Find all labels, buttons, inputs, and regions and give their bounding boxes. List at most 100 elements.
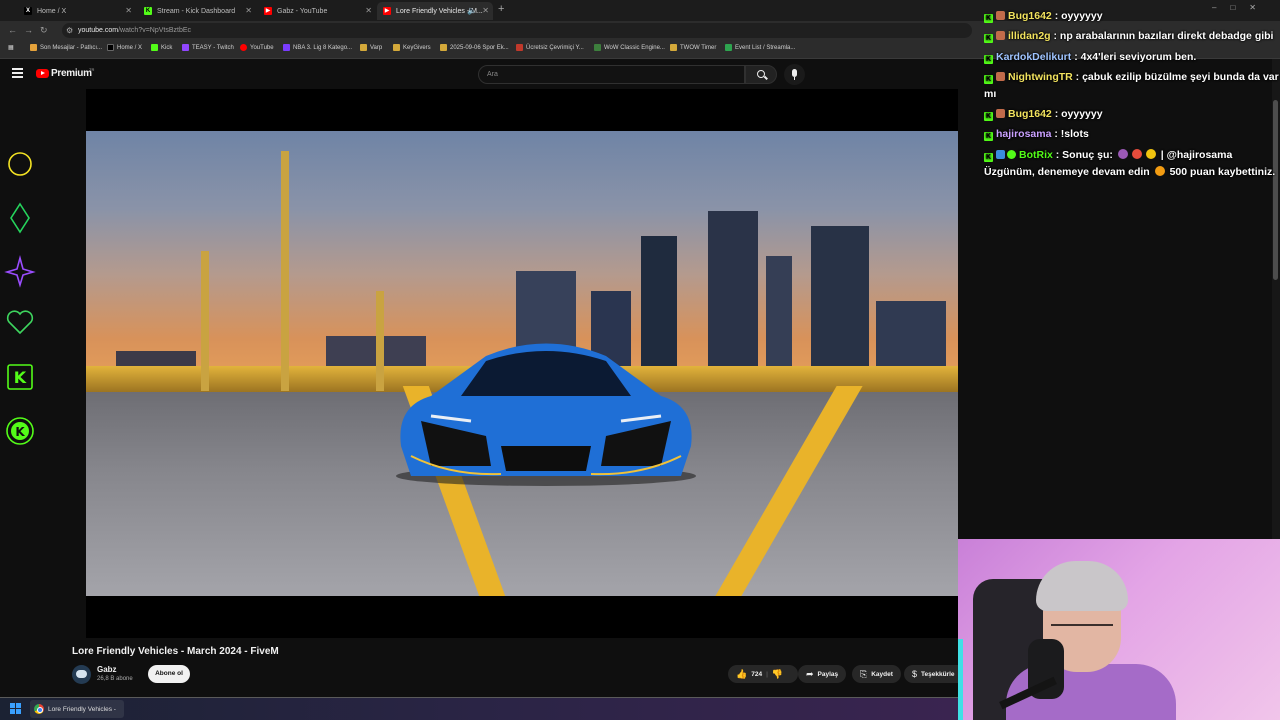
bookmark-icon: [30, 44, 37, 51]
back-icon[interactable]: ←: [8, 25, 17, 35]
chat-text: 500 puan kaybettiniz.: [1169, 166, 1276, 178]
site-info-icon[interactable]: ⚙: [66, 23, 73, 38]
chat-username: illidan2g: [1008, 30, 1051, 42]
apps-icon[interactable]: ▦: [8, 44, 14, 51]
bookmark-icon: ⎘: [860, 668, 868, 679]
chat-text: Üzgünüm, denemeye devam edin: [984, 166, 1150, 178]
sparkle-icon: [4, 254, 36, 288]
street-lamp: [281, 151, 289, 391]
bookmark-item[interactable]: YouTube: [240, 44, 274, 51]
folder-icon: [393, 44, 400, 51]
youtube-logo-icon[interactable]: [36, 69, 49, 78]
close-icon[interactable]: ✕: [365, 6, 372, 15]
bookmark-item[interactable]: Event List / Streamla...: [725, 44, 795, 51]
video-player[interactable]: [86, 89, 958, 638]
bookmark-label: Event List / Streamla...: [735, 44, 796, 51]
save-button[interactable]: ⎘ Kaydet: [852, 665, 901, 683]
chat-message: K Bug1642 : oyyyyyy: [984, 108, 1103, 121]
bot-badge-icon: [996, 150, 1005, 159]
channel-name[interactable]: Gabz: [97, 665, 117, 674]
like-dislike-group: 👍 724 | 👎: [728, 665, 798, 683]
bookmark-label: YouTube: [250, 44, 274, 51]
search-input[interactable]: Ara: [478, 65, 745, 84]
thanks-button[interactable]: $ Teşekkürle: [904, 665, 958, 683]
voice-search-icon[interactable]: [784, 64, 805, 85]
like-count[interactable]: 724: [751, 671, 762, 678]
chat-username: hajirosama: [996, 128, 1052, 140]
street-lamp: [376, 291, 384, 391]
user-badge-icon: [996, 31, 1005, 40]
streamer-webcam: [958, 539, 1280, 720]
windows-start-icon[interactable]: [10, 703, 22, 715]
share-button[interactable]: ➦ Paylaş: [798, 665, 847, 683]
tab-label: Gabz - YouTube: [277, 7, 328, 15]
close-icon[interactable]: ✕: [482, 6, 489, 15]
bookmark-item[interactable]: Son Mesajlar - Patlıcı...: [30, 44, 102, 51]
stream-overlay-icons: K K: [4, 152, 36, 445]
bookmark-item[interactable]: Kick: [151, 44, 172, 51]
bookmark-item[interactable]: KeyGivers: [393, 44, 431, 51]
bookmark-label: Ücretsiz Çevrimiçi Y...: [526, 44, 584, 51]
grape-emoji-icon: [1117, 149, 1128, 159]
divider: |: [766, 670, 768, 678]
bookmark-item[interactable]: WoW Classic Engine...: [594, 44, 665, 51]
chat-message-continued: Üzgünüm, denemeye devam edin 500 puan ka…: [984, 166, 1275, 178]
video-title: Lore Friendly Vehicles - March 2024 - Fi…: [72, 646, 279, 657]
tab-label: Home / X: [37, 7, 67, 15]
chat-username: BotRix: [1019, 149, 1053, 161]
channel-avatar[interactable]: [72, 665, 91, 684]
taskbar-window-label: Lore Friendly Vehicles -: [48, 705, 116, 713]
bookmark-item[interactable]: TWOW Timer: [670, 44, 716, 51]
youtube-logo-icon: [240, 44, 247, 51]
window-controls[interactable]: –□✕: [1212, 3, 1270, 12]
bookmark-label: Kick: [161, 44, 173, 51]
forward-icon[interactable]: →: [24, 25, 33, 35]
bookmark-item[interactable]: Ücretsiz Çevrimiçi Y...: [516, 44, 584, 51]
twitch-logo-icon: [182, 44, 189, 51]
diamond-icon: [10, 202, 30, 234]
chat-username: KardokDelikurt: [996, 51, 1072, 63]
tab-kick-dashboard[interactable]: K Stream - Kick Dashboard ✕: [138, 2, 256, 20]
bookmark-label: TEASY - Twitch: [192, 44, 234, 51]
bookmark-item[interactable]: NBA 3. Lig 8 Katego...: [283, 44, 352, 51]
search-button[interactable]: [745, 65, 777, 84]
bookmark-item[interactable]: Home / X: [107, 44, 142, 51]
tab-lore-friendly-vehicles[interactable]: ▶ Lore Friendly Vehicles - M... 🔈 ✕: [377, 2, 493, 20]
new-tab-button[interactable]: +: [498, 3, 504, 15]
tab-gabz-youtube[interactable]: ▶ Gabz - YouTube ✕: [258, 2, 376, 20]
user-badge-icon: [996, 72, 1005, 81]
verified-badge-icon: [1007, 150, 1016, 159]
menu-icon[interactable]: [12, 68, 23, 78]
sports-car: [396, 343, 696, 486]
close-icon[interactable]: ✕: [125, 6, 132, 15]
chrome-icon: [34, 704, 44, 714]
url-host: youtube.com: [78, 27, 119, 34]
kick-badge-icon: K: [984, 153, 993, 162]
chat-message: K NightwingTR : çabuk ezilip büzülme şeyi…: [984, 71, 1279, 84]
url-field[interactable]: ⚙ youtube.com/watch?v=NpVtsBztbEc: [62, 23, 972, 38]
chat-message: Khajirosama : !slots: [984, 128, 1089, 141]
like-icon[interactable]: 👍: [736, 669, 747, 680]
bookmark-item[interactable]: TEASY - Twitch: [182, 44, 234, 51]
tab-home-x[interactable]: X Home / X ✕: [18, 2, 136, 20]
taskbar-chrome-window[interactable]: Lore Friendly Vehicles -: [30, 700, 124, 718]
youtube-premium-label[interactable]: Premium: [51, 68, 92, 79]
circle-icon: [8, 152, 32, 176]
thanks-label: Teşekkürle: [921, 670, 955, 678]
bookmark-item[interactable]: Varp: [360, 44, 382, 51]
bookmark-item[interactable]: 2025-09-06 Spor Ek...: [440, 44, 509, 51]
bookmark-icon: [670, 44, 677, 51]
chat-username: Bug1642: [1008, 108, 1052, 120]
chat-text: : Sonuç şu:: [1055, 149, 1113, 161]
user-badge-icon: [996, 11, 1005, 20]
dislike-icon[interactable]: 👎: [772, 669, 783, 680]
video-frame: [86, 131, 958, 596]
close-icon[interactable]: ✕: [245, 6, 252, 15]
chat-message: Killidan2g : np arabalarının bazıları di…: [984, 30, 1273, 43]
lemon-emoji-icon: [1145, 149, 1156, 159]
scrollbar-thumb[interactable]: [1273, 100, 1278, 280]
speaker-icon[interactable]: 🔈: [467, 6, 477, 15]
subscribe-button[interactable]: Abone ol: [148, 665, 190, 683]
youtube-header: Premium TR Ara: [0, 59, 980, 89]
reload-icon[interactable]: ↻: [40, 25, 48, 36]
